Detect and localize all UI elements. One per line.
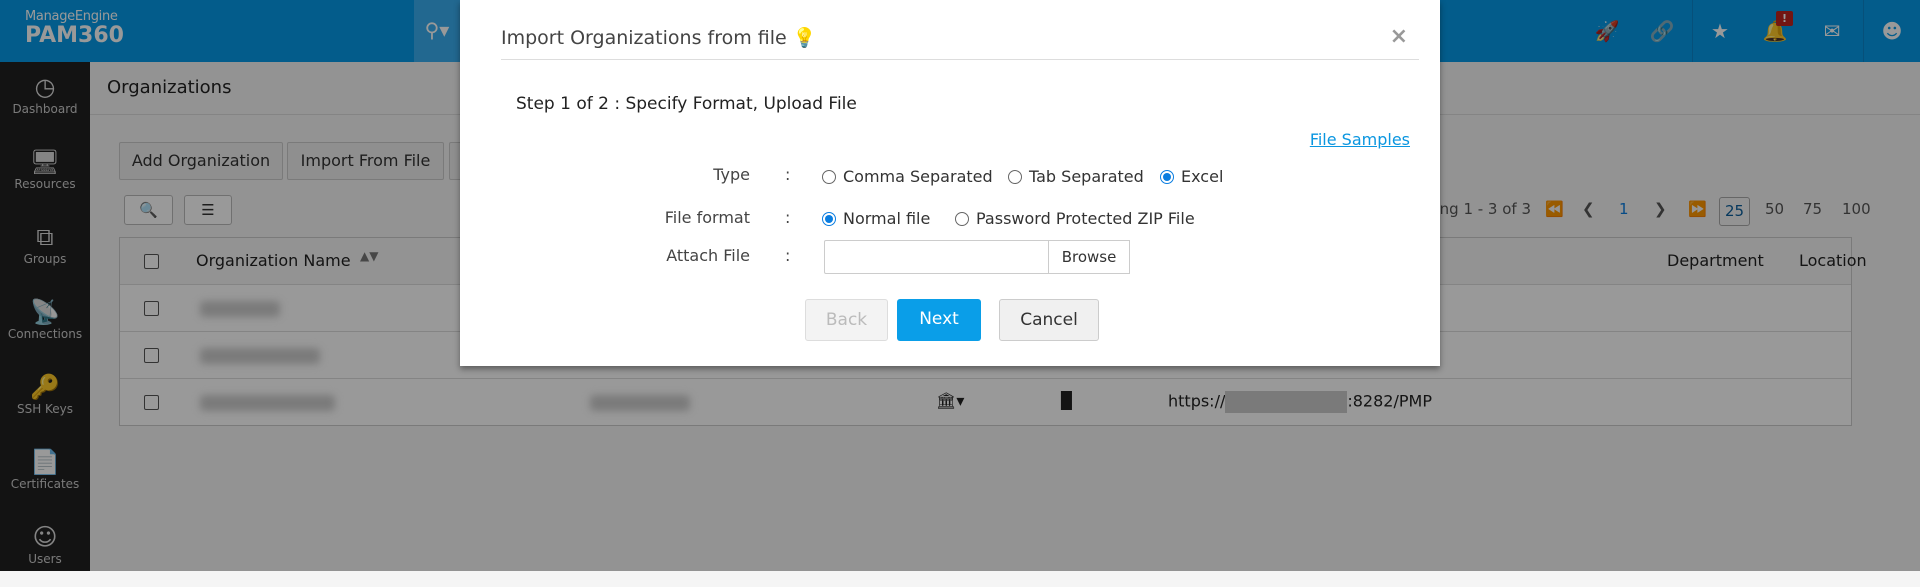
type-label: Type	[713, 165, 750, 184]
back-button[interactable]: Back	[805, 299, 888, 341]
radio-label: Normal file	[843, 209, 931, 228]
attach-file-label: Attach File	[666, 246, 750, 265]
format-zip-radio[interactable]: Password Protected ZIP File	[955, 209, 1195, 228]
file-samples-link[interactable]: File Samples	[1310, 130, 1410, 149]
step-label: Step 1 of 2 : Specify Format, Upload Fil…	[516, 94, 857, 114]
browse-button[interactable]: Browse	[1048, 240, 1130, 274]
dialog-title: Import Organizations from file 💡	[501, 26, 816, 49]
format-normal-radio[interactable]: Normal file	[822, 209, 930, 228]
file-format-label: File format	[664, 208, 750, 227]
next-button[interactable]: Next	[897, 299, 981, 341]
radio-circle	[822, 211, 836, 226]
radio-label: Excel	[1181, 167, 1224, 186]
colon: :	[785, 246, 791, 265]
radio-label: Tab Separated	[1029, 167, 1144, 186]
radio-label: Password Protected ZIP File	[976, 209, 1195, 228]
close-button[interactable]: ×	[1390, 24, 1408, 49]
cancel-button[interactable]: Cancel	[999, 299, 1099, 341]
import-dialog: Import Organizations from file 💡 × Step …	[460, 0, 1440, 366]
radio-circle	[1008, 169, 1022, 184]
lightbulb-icon[interactable]: 💡	[793, 27, 817, 49]
colon: :	[785, 165, 791, 184]
divider	[501, 59, 1419, 60]
dialog-title-text: Import Organizations from file	[501, 27, 787, 49]
radio-circle	[822, 169, 836, 184]
radio-circle	[955, 211, 969, 226]
radio-circle	[1160, 169, 1174, 184]
attach-file-input[interactable]	[824, 240, 1049, 274]
type-comma-radio[interactable]: Comma Separated	[822, 167, 993, 186]
type-tab-radio[interactable]: Tab Separated	[1008, 167, 1144, 186]
radio-label: Comma Separated	[843, 167, 993, 186]
colon: :	[785, 208, 791, 227]
type-excel-radio[interactable]: Excel	[1160, 167, 1223, 186]
